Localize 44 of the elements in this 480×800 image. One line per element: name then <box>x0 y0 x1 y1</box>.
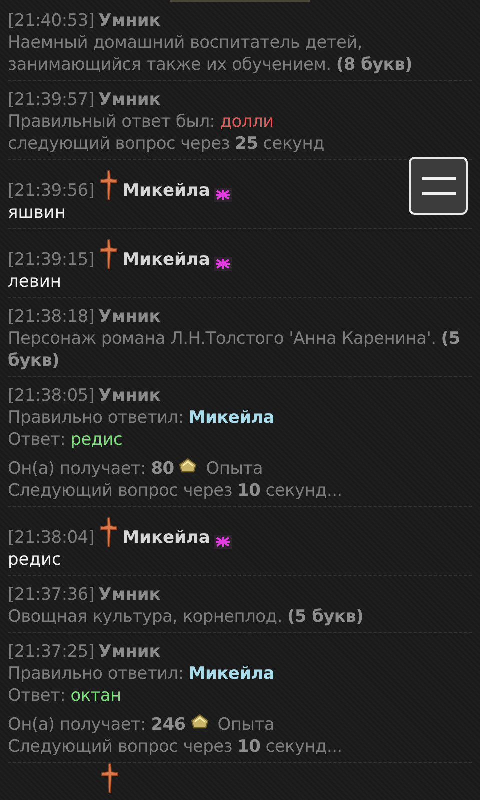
timestamp: [21:40:53] <box>8 10 95 32</box>
timestamp: [21:37:36] <box>8 584 95 606</box>
cross-icon <box>98 170 119 202</box>
message-text: Ответ: редис <box>8 429 124 451</box>
message-text: Ответ: октан <box>8 685 122 707</box>
message-text: Наемный домашний воспитатель детей, занимающийся также их обучением. (8 букв) <box>8 32 414 76</box>
message-text: Овощная культура, корнеплод. (5 букв) <box>8 606 365 628</box>
message-text: Правильно ответил: Микейла <box>8 407 276 429</box>
author-name: Микейла <box>122 527 210 549</box>
author-name: Умник <box>98 641 161 663</box>
message-text: Персонаж романа Л.Н.Толстого 'Анна Каренина'. (5 букв) <box>8 328 462 372</box>
author-name: Умник <box>98 89 161 111</box>
timestamp: [21:39:15] <box>8 249 95 271</box>
author-name: Микейла <box>122 180 210 202</box>
timestamp: [21:39:57] <box>8 89 95 111</box>
sparkle-icon <box>214 257 232 271</box>
message-text: левин <box>8 271 63 293</box>
author-name: Умник <box>98 306 161 328</box>
chest-icon <box>178 457 198 475</box>
timestamp: [21:38:04] <box>8 527 95 549</box>
message-text: следующий вопрос через 25 секунд <box>8 133 326 155</box>
cross-icon <box>100 763 120 795</box>
message-text: Он(а) получает: 80 Опыта <box>8 457 264 480</box>
author-name: Умник <box>98 584 161 606</box>
author-name: Умник <box>98 385 161 407</box>
message-text: Правильный ответ был: долли <box>8 111 275 133</box>
timestamp: [21:38:18] <box>8 306 95 328</box>
timestamp: [21:38:05] <box>8 385 95 407</box>
timestamp: [21:37:25] <box>8 641 95 663</box>
message-text: редис <box>8 549 62 571</box>
author-name: Микейла <box>122 249 210 271</box>
chest-icon <box>190 713 210 731</box>
menu-button[interactable] <box>409 157 468 215</box>
message-text: Он(а) получает: 246 Опыта <box>8 713 276 736</box>
timestamp: [21:39:56] <box>8 180 95 202</box>
message-text: Правильно ответил: Микейла <box>8 663 276 685</box>
sparkle-icon <box>214 535 232 549</box>
message-text: яшвин <box>8 202 67 224</box>
author-name: Умник <box>98 10 161 32</box>
sparkle-icon <box>214 188 232 202</box>
cross-icon <box>98 517 119 549</box>
message-text: Следующий вопрос через 10 секунд... <box>8 736 344 758</box>
message-text: Следующий вопрос через 10 секунд... <box>8 480 344 502</box>
cross-icon <box>98 239 119 271</box>
